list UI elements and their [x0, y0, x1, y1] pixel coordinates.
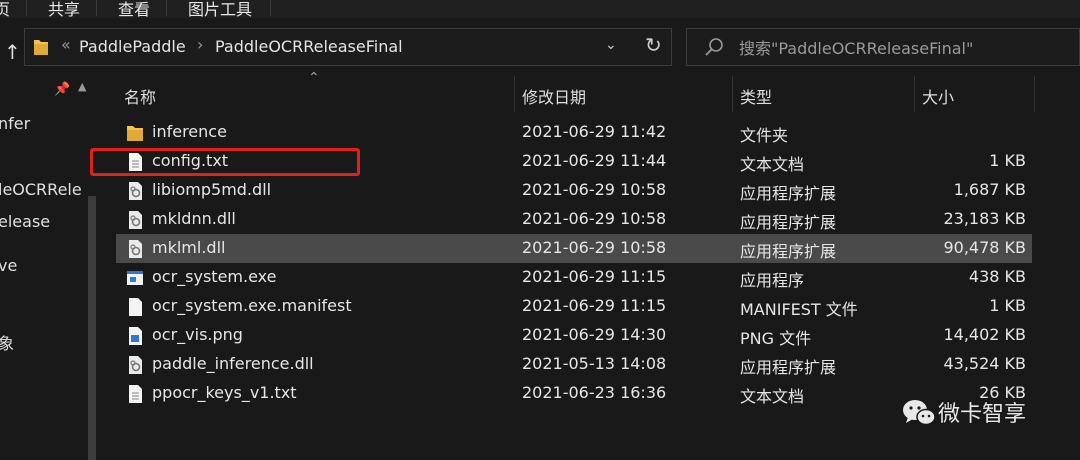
search-icon	[705, 38, 723, 56]
ribbon-tabs: 页 共享 查看 图片工具	[0, 0, 1080, 20]
address-row: ↑ « PaddlePaddle › PaddleOCRReleaseFinal…	[0, 18, 1080, 76]
file-type: MANIFEST 文件	[740, 300, 858, 319]
tab-share[interactable]: 共享	[48, 0, 80, 20]
watermark-text: 微卡智享	[938, 402, 1027, 427]
nav-item-drive[interactable]: ve	[0, 256, 17, 275]
file-name: ocr_vis.png	[152, 325, 243, 344]
nav-item-paddleocrrelease[interactable]: leOCRRele	[0, 180, 82, 199]
column-header: 名称 修改日期 类型 大小	[96, 76, 1080, 114]
column-divider[interactable]	[1034, 76, 1035, 112]
column-modified[interactable]: 修改日期	[522, 84, 586, 108]
exe-file-icon	[127, 271, 143, 285]
file-type: 应用程序	[740, 271, 805, 290]
column-name[interactable]: 名称	[124, 84, 156, 108]
annotation-highlight	[90, 148, 360, 176]
chevron-down-icon[interactable]: ⌄	[605, 37, 617, 53]
folder-icon	[34, 40, 48, 55]
pin-icon[interactable]: 📌	[54, 82, 70, 97]
file-size: 438 KB	[968, 267, 1026, 286]
image-file-icon	[129, 327, 142, 345]
file-modified: 2021-06-29 11:42	[522, 122, 667, 141]
search-input[interactable]	[737, 35, 1071, 61]
navigation-pane: 📌 ▲ nfer leOCRRele elease ve 象	[0, 76, 96, 460]
file-row-paddle-inference-dll[interactable]: paddle_inference.dll 2021-05-13 14:08 应用…	[116, 350, 1032, 379]
ribbon-divider	[166, 0, 167, 16]
ribbon-divider	[270, 0, 271, 16]
file-name: paddle_inference.dll	[152, 354, 314, 373]
file-type: 应用程序扩展	[740, 358, 837, 377]
column-divider[interactable]	[914, 76, 915, 112]
file-modified: 2021-06-29 10:58	[522, 209, 667, 228]
file-type: 应用程序扩展	[740, 184, 837, 203]
file-name: ocr_system.exe	[152, 267, 277, 286]
dll-file-icon	[129, 240, 142, 258]
file-modified: 2021-06-29 14:30	[522, 325, 667, 344]
blank-file-icon	[129, 298, 142, 316]
file-modified: 2021-06-29 11:15	[522, 296, 667, 315]
file-type: PNG 文件	[740, 329, 812, 348]
file-size: 1 KB	[989, 296, 1026, 315]
file-name: ppocr_keys_v1.txt	[152, 383, 297, 402]
file-size: 1 KB	[989, 151, 1026, 170]
file-type: 文本文档	[740, 155, 805, 174]
file-size: 1,687 KB	[953, 180, 1026, 199]
file-type: 应用程序扩展	[740, 213, 837, 232]
file-name: libiomp5md.dll	[152, 180, 272, 199]
refresh-icon[interactable]: ↻	[645, 33, 662, 57]
column-divider[interactable]	[732, 76, 733, 112]
watermark: 微卡智享	[902, 394, 1062, 430]
column-size[interactable]: 大小	[922, 84, 954, 108]
file-type: 应用程序扩展	[740, 242, 837, 261]
wechat-icon	[903, 400, 936, 426]
file-modified: 2021-06-29 11:44	[522, 151, 667, 170]
dll-file-icon	[129, 356, 142, 374]
scroll-up-icon[interactable]: ▲	[78, 80, 86, 93]
file-name: mklml.dll	[152, 238, 226, 257]
file-name: mkldnn.dll	[152, 209, 236, 228]
file-row-ocr-system-exe-manifest[interactable]: ocr_system.exe.manifest 2021-06-29 11:15…	[116, 292, 1032, 321]
column-divider[interactable]	[514, 76, 515, 112]
file-size: 14,402 KB	[943, 325, 1026, 344]
search-box[interactable]	[686, 28, 1080, 66]
folder-icon	[127, 126, 143, 141]
file-size: 23,183 KB	[943, 209, 1026, 228]
chevron-right-icon[interactable]: ›	[197, 35, 203, 54]
file-row-inference[interactable]: inference 2021-06-29 11:42 文件夹	[116, 118, 1032, 147]
ribbon-divider	[96, 0, 97, 16]
dll-file-icon	[129, 211, 142, 229]
nav-item-objects[interactable]: 象	[0, 330, 14, 354]
file-modified: 2021-06-23 16:36	[522, 383, 667, 402]
file-type: 文本文档	[740, 387, 805, 406]
file-row-libiomp5md-dll[interactable]: libiomp5md.dll 2021-06-29 10:58 应用程序扩展 1…	[116, 176, 1032, 205]
file-size: 43,524 KB	[943, 354, 1026, 373]
file-name: inference	[152, 122, 227, 141]
up-arrow-icon[interactable]: ↑	[4, 40, 21, 64]
dll-file-icon	[129, 182, 142, 200]
nav-scrollbar[interactable]	[88, 196, 96, 460]
tab-picture-tools[interactable]: 图片工具	[188, 0, 252, 20]
file-name: ocr_system.exe.manifest	[152, 296, 352, 315]
tab-view[interactable]: 查看	[118, 0, 150, 20]
file-row-mklml-dll[interactable]: mklml.dll 2021-06-29 10:58 应用程序扩展 90,478…	[116, 234, 1032, 263]
file-row-mkldnn-dll[interactable]: mkldnn.dll 2021-06-29 10:58 应用程序扩展 23,18…	[116, 205, 1032, 234]
file-modified: 2021-06-29 11:15	[522, 267, 667, 286]
breadcrumb-paddleocrreleasefinal[interactable]: PaddleOCRReleaseFinal	[215, 37, 403, 56]
address-bar[interactable]: « PaddlePaddle › PaddleOCRReleaseFinal ⌄…	[24, 28, 672, 66]
column-type[interactable]: 类型	[740, 84, 772, 108]
file-size: 90,478 KB	[943, 238, 1026, 257]
text-file-icon	[129, 385, 142, 403]
file-modified: 2021-06-29 10:58	[522, 238, 667, 257]
nav-item-inference[interactable]: nfer	[0, 114, 30, 133]
overflow-chevron-icon[interactable]: «	[61, 35, 71, 54]
file-type: 文件夹	[740, 126, 789, 145]
file-row-ppocr-keys-v1-txt[interactable]: ppocr_keys_v1.txt 2021-06-23 16:36 文本文档 …	[116, 379, 1032, 408]
file-row-ocr-system-exe[interactable]: ocr_system.exe 2021-06-29 11:15 应用程序 438…	[116, 263, 1032, 292]
file-row-ocr-vis-png[interactable]: ocr_vis.png 2021-06-29 14:30 PNG 文件 14,4…	[116, 321, 1032, 350]
nav-item-release[interactable]: elease	[0, 212, 50, 231]
ribbon-divider	[26, 0, 27, 16]
breadcrumb-paddlepaddle[interactable]: PaddlePaddle	[79, 37, 186, 56]
tab-home[interactable]: 页	[0, 0, 10, 20]
file-modified: 2021-06-29 10:58	[522, 180, 667, 199]
file-modified: 2021-05-13 14:08	[522, 354, 667, 373]
